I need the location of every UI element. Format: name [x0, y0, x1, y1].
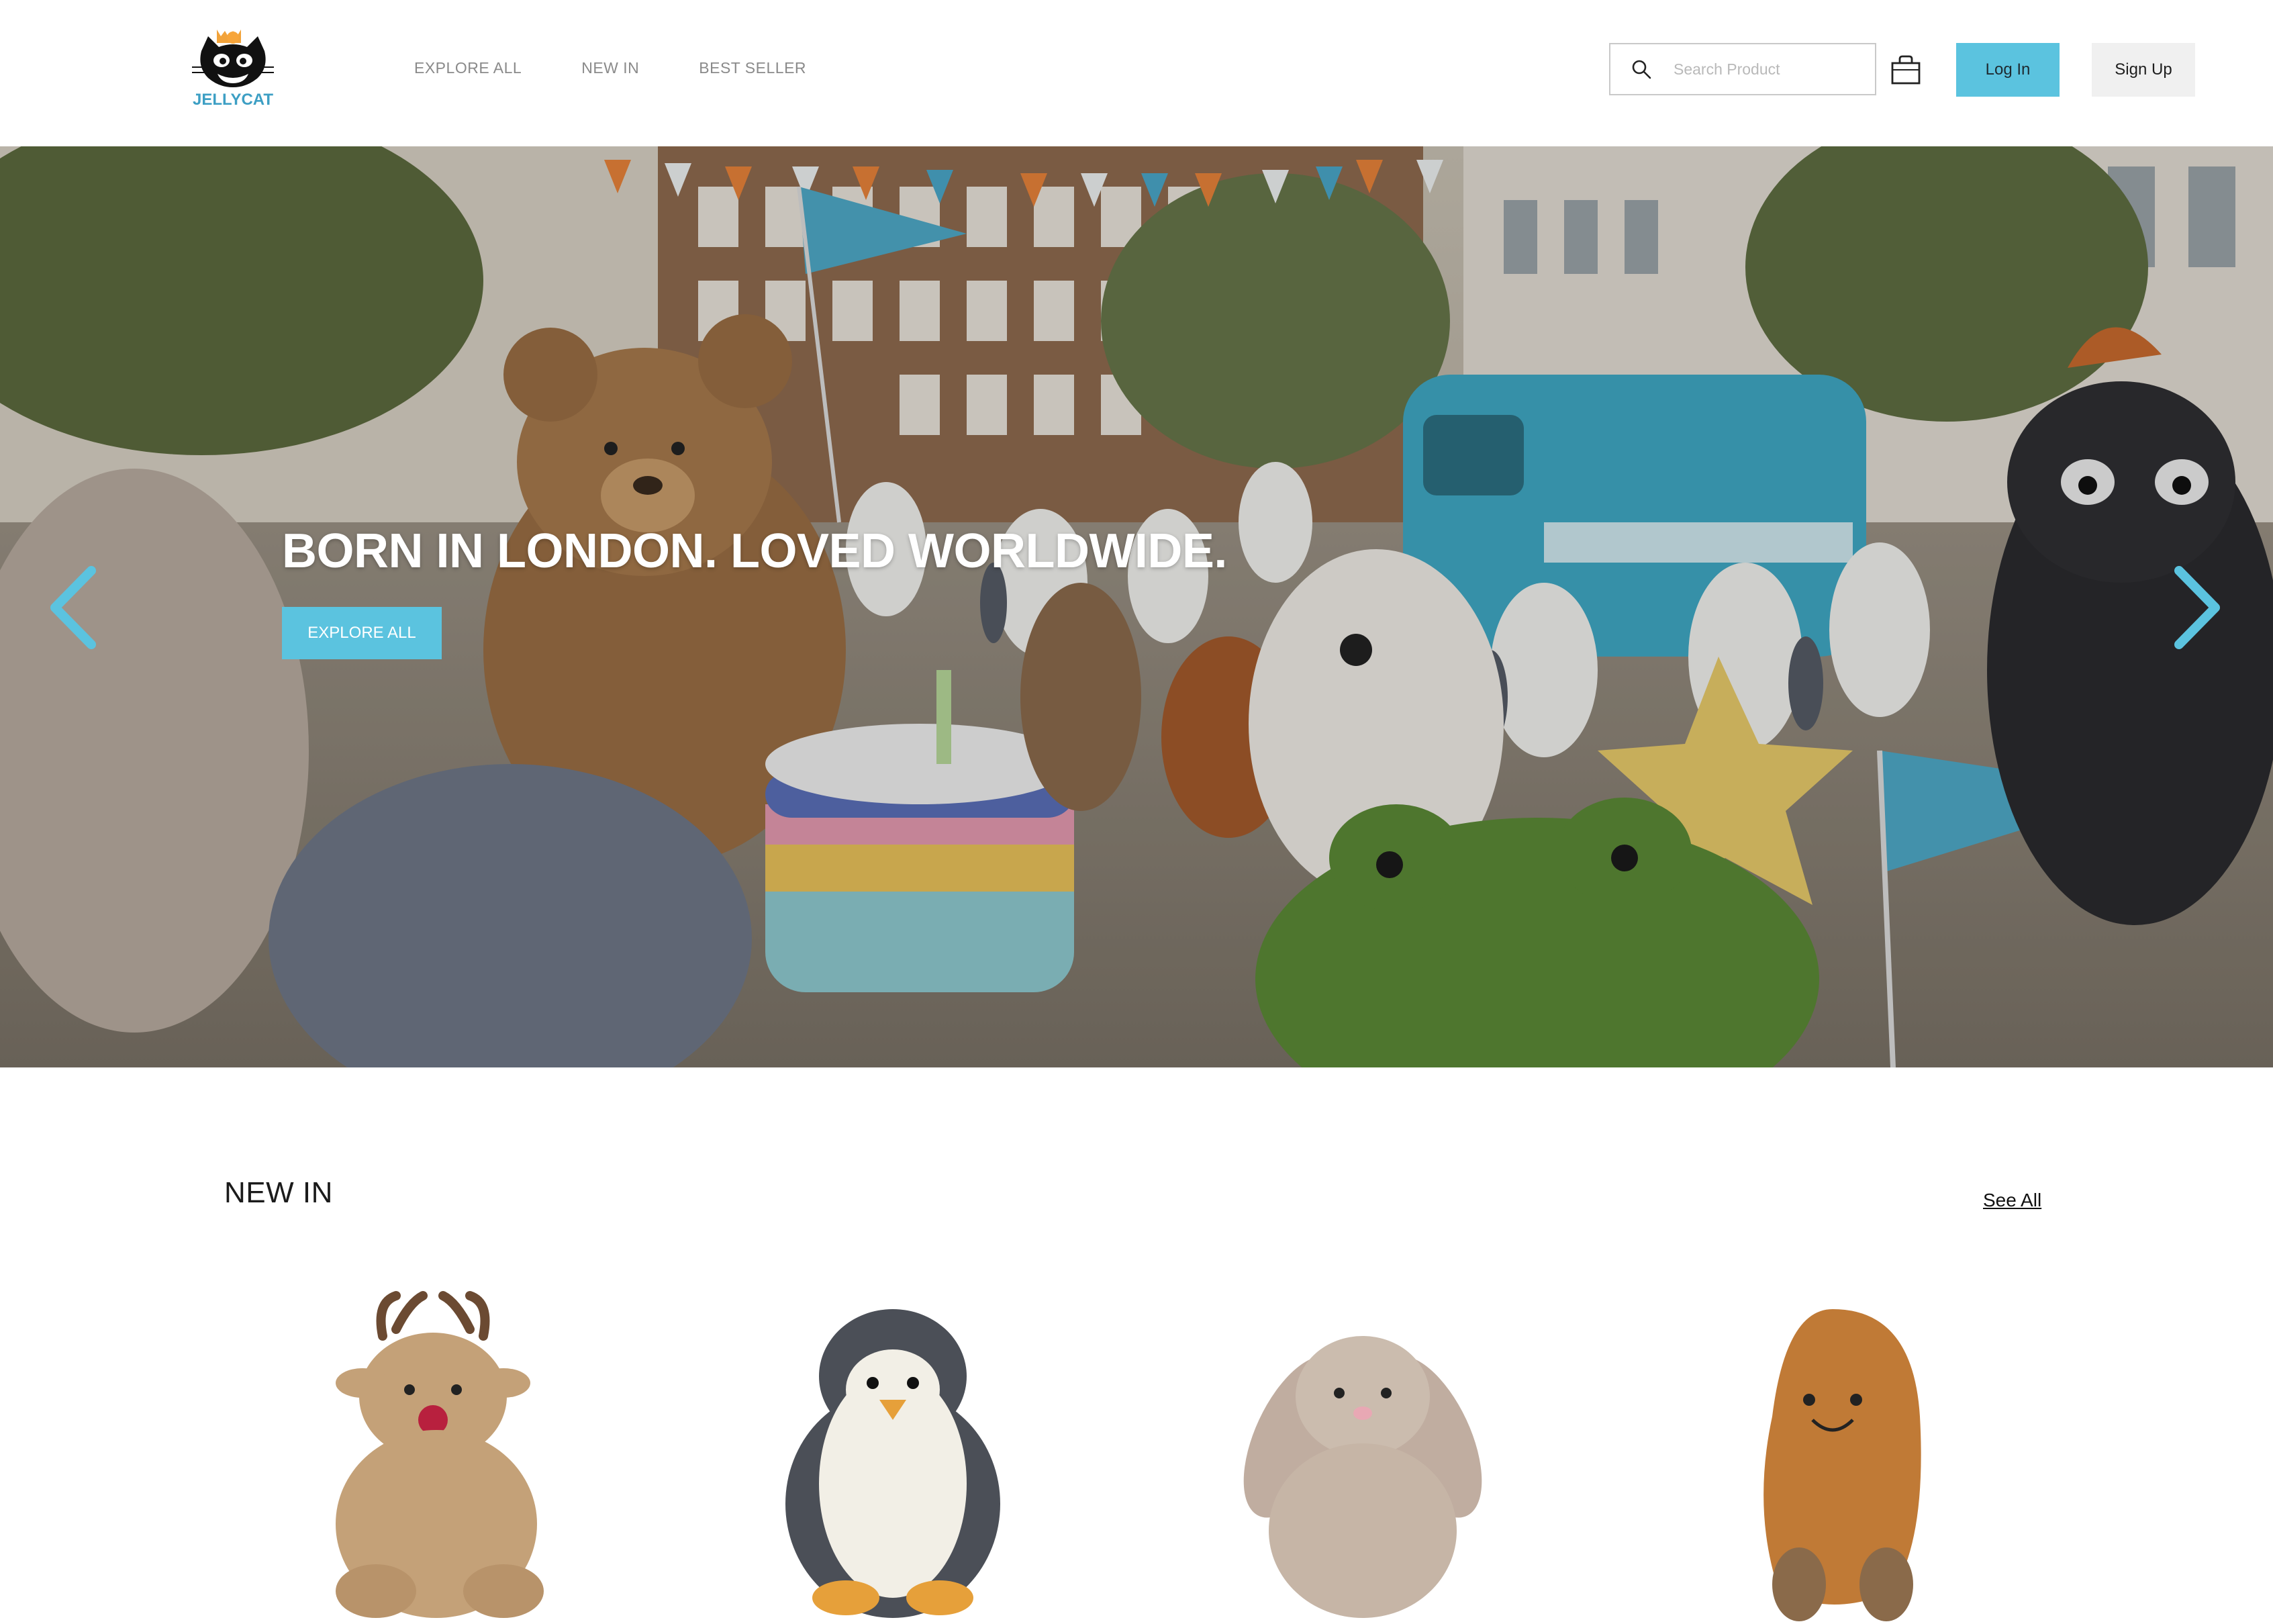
- bean-plush-image: [1763, 1309, 1921, 1621]
- see-all-link[interactable]: See All: [1983, 1190, 2041, 1211]
- search-box[interactable]: [1609, 43, 1876, 95]
- shopping-bag-icon: [1891, 55, 1921, 85]
- bunny-plush-image: [1243, 1336, 1482, 1618]
- cart-button[interactable]: [1890, 55, 1921, 85]
- new-in-title: NEW IN: [224, 1176, 333, 1209]
- jellycat-logo[interactable]: JELLYCAT: [185, 20, 281, 114]
- login-button[interactable]: Log In: [1956, 43, 2060, 97]
- product-card[interactable]: [1665, 1282, 2000, 1624]
- reindeer-plush-image: [336, 1291, 544, 1618]
- hero-title: BORN IN LONDON. LOVED WORLDWIDE.: [282, 524, 1227, 578]
- chevron-left-icon: [50, 566, 96, 649]
- site-header: JELLYCAT EXPLORE ALL NEW IN BEST SELLER …: [0, 0, 2273, 146]
- carousel-prev-button[interactable]: [47, 564, 101, 651]
- signup-button[interactable]: Sign Up: [2092, 43, 2195, 97]
- logo-wordmark: JELLYCAT: [193, 91, 273, 109]
- main-nav: EXPLORE ALL NEW IN BEST SELLER: [414, 58, 866, 78]
- product-card[interactable]: [282, 1282, 618, 1624]
- nav-explore-all[interactable]: EXPLORE ALL: [414, 58, 522, 78]
- hero-explore-button[interactable]: EXPLORE ALL: [282, 607, 442, 659]
- nav-new-in[interactable]: NEW IN: [581, 58, 639, 78]
- product-card[interactable]: [1195, 1282, 1531, 1624]
- penguin-plush-image: [785, 1309, 1000, 1618]
- search-input[interactable]: [1672, 59, 1863, 79]
- chevron-right-icon: [2174, 566, 2220, 649]
- carousel-next-button[interactable]: [2170, 564, 2223, 651]
- cat-logo-icon: JELLYCAT: [192, 30, 274, 109]
- product-card[interactable]: [732, 1282, 1067, 1624]
- search-icon[interactable]: [1631, 58, 1652, 80]
- hero-carousel: BORN IN LONDON. LOVED WORLDWIDE. EXPLORE…: [0, 146, 2273, 1067]
- nav-best-seller[interactable]: BEST SELLER: [699, 58, 806, 78]
